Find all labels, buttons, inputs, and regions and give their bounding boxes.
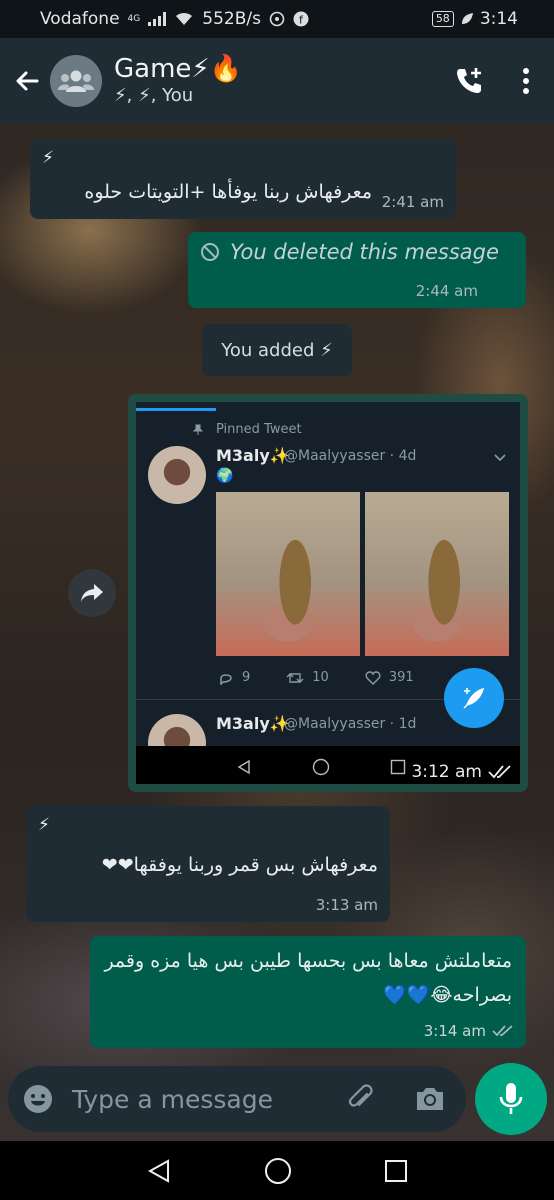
image-attachment[interactable]: Pinned Tweet M3aly✨ @Maalyyasser · 4d 🌍 … — [136, 402, 520, 784]
heart-icon — [365, 670, 381, 685]
message-time: 3:14 am — [423, 1022, 486, 1040]
pin-icon — [192, 424, 204, 435]
whatsapp-status-icon — [269, 11, 285, 27]
signal-icon — [148, 12, 167, 26]
forward-button[interactable] — [68, 569, 116, 617]
carrier-label: Vodafone — [40, 9, 120, 29]
chevron-down-icon — [494, 454, 506, 462]
chat-header: Game⚡🔥 ⚡, ⚡, You — [0, 38, 554, 124]
chat-title-area[interactable]: Game⚡🔥 ⚡, ⚡, You — [114, 54, 242, 108]
group-avatar-icon — [58, 70, 94, 92]
nav-recents-icon — [390, 759, 406, 775]
reply-count: 9 — [242, 670, 251, 685]
network-speed: 552B/s — [202, 9, 261, 29]
tweet-handle: @Maalyyasser · 1d — [284, 716, 417, 732]
microphone-icon — [499, 1083, 523, 1114]
tweet-handle: @Maalyyasser · 4d — [284, 448, 417, 464]
message-incoming-image[interactable]: Pinned Tweet M3aly✨ @Maalyyasser · 4d 🌍 … — [128, 394, 528, 792]
sender-name: ⚡ — [38, 815, 50, 835]
arrow-back-icon — [16, 71, 39, 91]
clock: 3:14 — [479, 9, 518, 29]
emoji-icon[interactable] — [22, 1083, 54, 1115]
tweet-author: M3aly✨ — [216, 714, 290, 733]
nav-home-icon[interactable] — [264, 1157, 292, 1185]
retweet-count: 10 — [312, 670, 329, 685]
tweet-emoji: 🌍 — [216, 468, 234, 484]
progress-line — [136, 408, 216, 411]
network-type: 4G — [127, 14, 141, 24]
nav-back-icon[interactable] — [146, 1158, 172, 1184]
message-outgoing-deleted[interactable]: You deleted this message 2:44 am — [188, 232, 526, 308]
tweet-actions: 9 10 391 — [218, 670, 414, 685]
group-avatar[interactable] — [50, 55, 102, 107]
sender-name: ⚡ — [42, 148, 54, 168]
feather-icon — [463, 687, 485, 709]
message-input-bar: Type a message — [8, 1066, 466, 1132]
facebook-status-icon: f — [293, 11, 309, 27]
tweet-photo — [216, 492, 360, 656]
pinned-label: Pinned Tweet — [216, 422, 302, 437]
deleted-icon — [201, 243, 219, 261]
nav-home-icon — [312, 758, 330, 776]
camera-icon[interactable] — [414, 1085, 446, 1113]
message-text: معرفهاش ربنا يوفأها +التويتات حلوه — [84, 181, 372, 203]
attach-icon[interactable] — [346, 1084, 376, 1114]
message-time: 3:12 am — [411, 762, 482, 782]
message-time: 3:13 am — [315, 896, 378, 914]
tweet-author: M3aly✨ — [216, 446, 290, 465]
group-title: Game⚡🔥 — [114, 54, 243, 84]
double-check-icon — [488, 765, 511, 779]
battery-level: 58 — [431, 11, 454, 27]
nav-back-icon — [237, 759, 250, 775]
reply-icon — [220, 673, 232, 685]
message-incoming[interactable]: ⚡ معرفهاش بس قمر وربنا يوفقها❤❤ 3:13 am — [26, 806, 390, 922]
message-time: 2:44 am — [415, 282, 478, 300]
message-time: 2:41 am — [381, 193, 444, 211]
nav-recents-icon[interactable] — [384, 1159, 408, 1183]
voice-message-button[interactable] — [475, 1063, 547, 1135]
wifi-icon — [176, 12, 193, 25]
message-text: متعاملتش معاها بس بحسها طيبن بس هيا مزه … — [104, 950, 512, 1006]
system-message: You added ⚡ — [202, 324, 352, 376]
leaf-icon — [461, 13, 473, 24]
double-check-icon — [492, 1025, 513, 1037]
like-count: 391 — [388, 670, 414, 685]
more-vertical-icon[interactable] — [522, 68, 530, 94]
add-call-icon[interactable] — [454, 66, 484, 96]
tweet-photo — [365, 492, 509, 656]
system-nav-bar — [0, 1141, 554, 1200]
message-incoming[interactable]: ⚡ معرفهاش ربنا يوفأها +التويتات حلوه 2:4… — [30, 139, 456, 219]
message-outgoing[interactable]: متعاملتش معاها بس بحسها طيبن بس هيا مزه … — [90, 936, 526, 1048]
message-input[interactable]: Type a message — [72, 1085, 346, 1114]
deleted-text: You deleted this message — [230, 240, 499, 264]
compose-tweet-button — [444, 668, 504, 728]
group-members: ⚡, ⚡, You — [114, 85, 194, 106]
message-text: معرفهاش بس قمر وربنا يوفقها❤❤ — [101, 854, 378, 876]
status-bar: Vodafone 4G 552B/s f 58 3:14 — [0, 0, 554, 38]
retweet-icon — [286, 672, 304, 683]
forward-icon — [81, 584, 103, 602]
back-button[interactable] — [4, 67, 50, 95]
system-message-text: You added ⚡ — [221, 339, 333, 361]
tweet-avatar — [148, 446, 206, 504]
